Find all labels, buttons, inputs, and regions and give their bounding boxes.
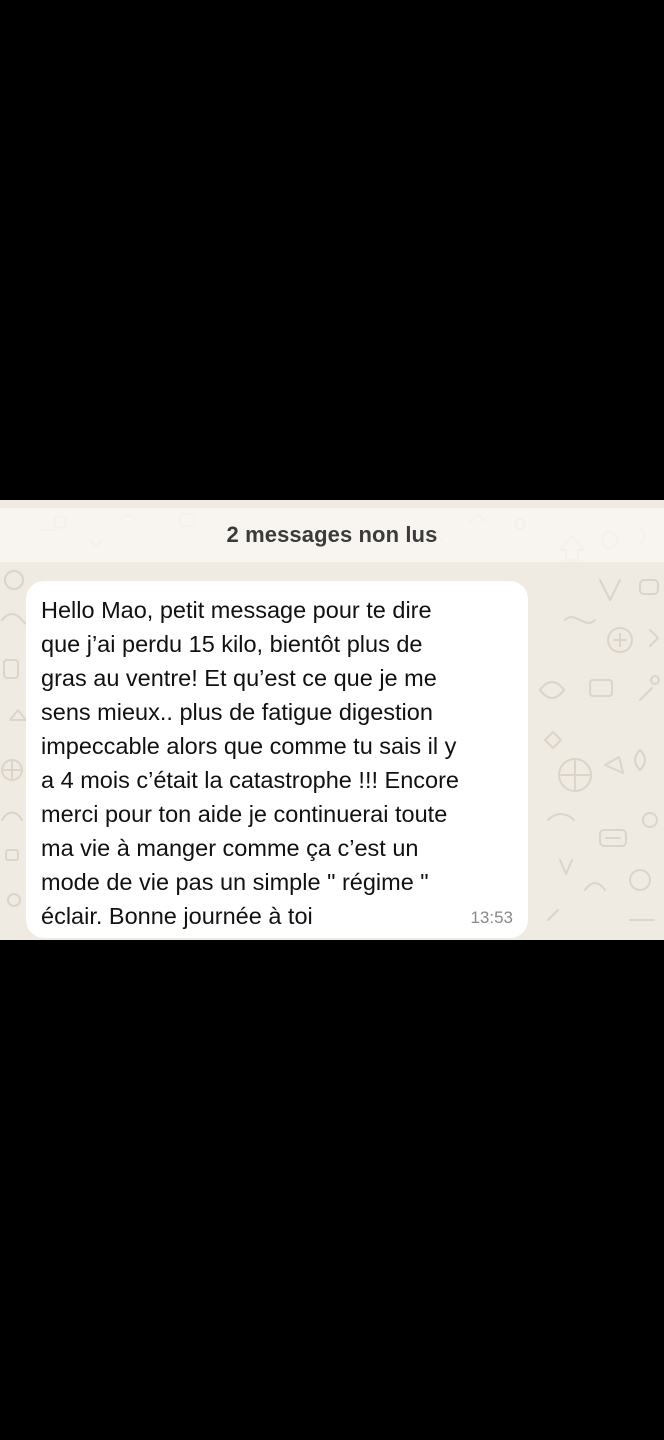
unread-messages-label: 2 messages non lus [226,522,438,547]
letterbox-bottom [0,940,664,1440]
screen: 2 messages non lus Hello Mao, petit mess… [0,0,664,1440]
chat-area[interactable]: 2 messages non lus Hello Mao, petit mess… [0,500,664,940]
incoming-message-bubble[interactable]: Hello Mao, petit message pour te dire qu… [26,581,528,938]
unread-messages-banner: 2 messages non lus [0,508,664,562]
letterbox-top [0,0,664,500]
message-text: Hello Mao, petit message pour te dire qu… [41,597,459,929]
message-timestamp: 13:53 [470,908,513,927]
